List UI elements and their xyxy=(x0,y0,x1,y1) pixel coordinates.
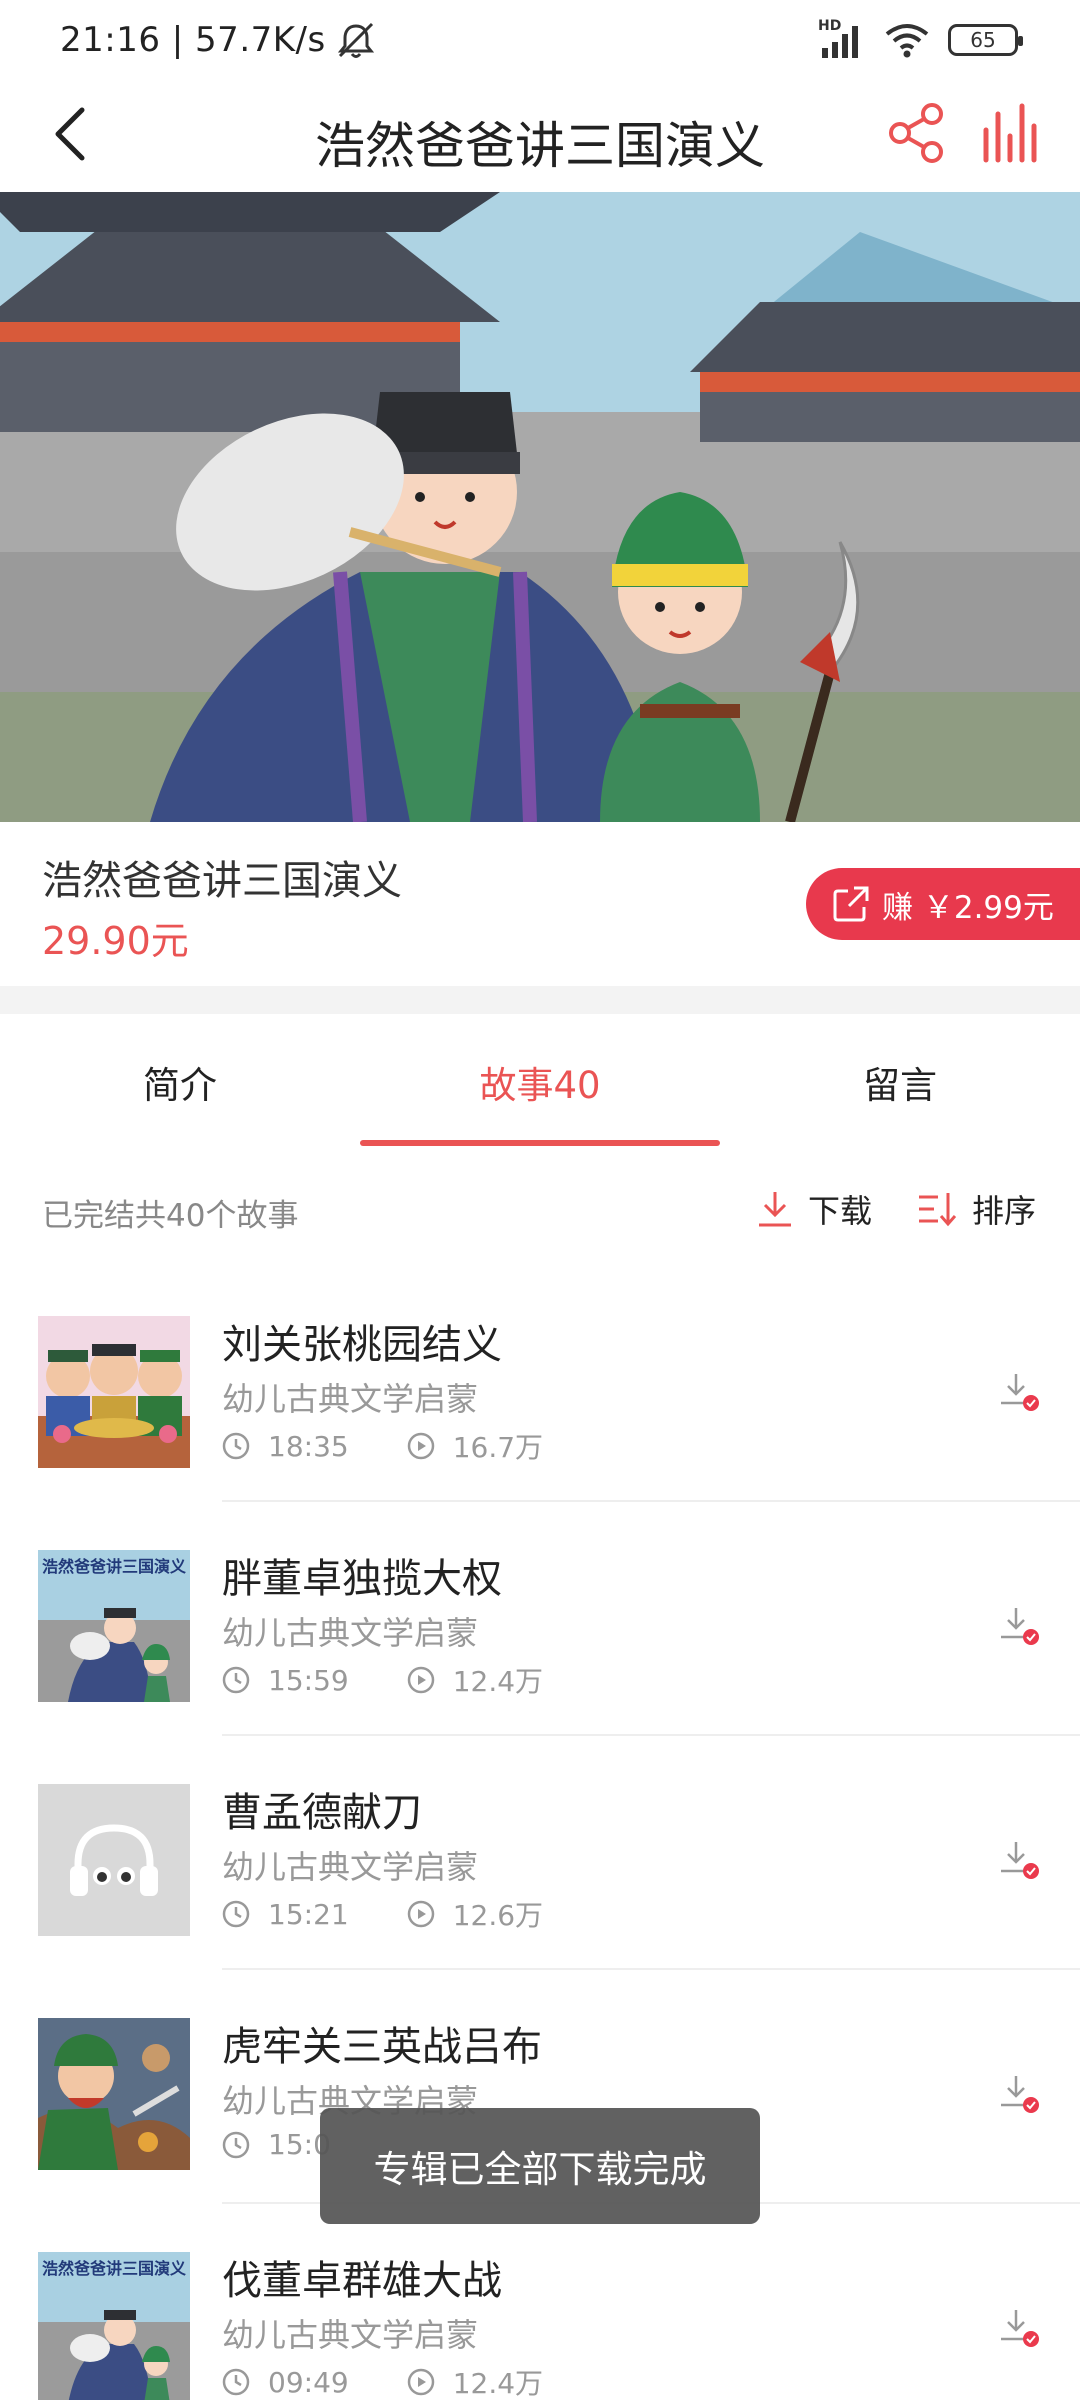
share-button[interactable] xyxy=(884,100,950,166)
sort-icon xyxy=(919,1193,957,1227)
story-title: 虎牢关三英战吕布 xyxy=(222,2024,542,2070)
story-title: 刘关张桃园结义 xyxy=(222,1322,502,1368)
story-title: 曹孟德献刀 xyxy=(222,1790,422,1836)
tab-stories-label: 故事40 xyxy=(479,1064,601,1107)
clock-icon xyxy=(222,1432,250,1460)
clock-icon xyxy=(222,1900,250,1928)
story-plays: 12.4万 xyxy=(452,2367,544,2400)
share-earn-button[interactable]: 赚 ￥2.99元 xyxy=(806,868,1080,940)
signal-icon: HD xyxy=(818,18,866,58)
album-tabs: 简介 故事40 留言 xyxy=(0,1014,1080,1150)
tab-comments[interactable]: 留言 xyxy=(720,1014,1080,1150)
title-bar: 浩然爸爸讲三国演义 xyxy=(0,80,1080,192)
story-meta: 15:59 12.4万 xyxy=(222,1660,543,1700)
status-bar: 21:16 | 57.7K/s HD 65 xyxy=(0,0,1080,80)
play-count-icon xyxy=(407,2368,434,2396)
play-count-icon xyxy=(407,1900,434,1928)
status-left: 21:16 | 57.7K/s xyxy=(60,20,378,60)
downloaded-icon[interactable] xyxy=(998,1838,1042,1882)
story-list: 刘关张桃园结义 幼儿古典文学启蒙 18:35 16.7万 浩然爸爸讲三国演义 胖… xyxy=(0,1268,1080,2400)
tab-stories[interactable]: 故事40 xyxy=(360,1014,720,1150)
downloaded-icon[interactable] xyxy=(998,1370,1042,1414)
download-all-button[interactable]: 下载 xyxy=(756,1186,872,1232)
story-thumbnail xyxy=(38,2018,190,2170)
story-thumbnail xyxy=(38,1784,190,1936)
mute-icon xyxy=(337,22,374,58)
story-subtitle: 幼儿古典文学启蒙 xyxy=(222,2316,479,2354)
story-meta: 09:49 12.4万 xyxy=(222,2362,543,2400)
earn-label: 赚 ￥2.99元 xyxy=(882,889,1054,926)
story-subtitle: 幼儿古典文学启蒙 xyxy=(222,1380,479,1418)
downloaded-icon[interactable] xyxy=(998,1604,1042,1648)
clock-icon xyxy=(222,1666,250,1694)
share-icon xyxy=(889,103,943,163)
clock-icon xyxy=(222,2368,250,2396)
downloaded-icon[interactable] xyxy=(998,2306,1042,2350)
story-plays: 12.6万 xyxy=(452,1899,544,1932)
story-meta: 15:21 12.6万 xyxy=(222,1894,543,1934)
headphones-placeholder-icon xyxy=(38,1784,190,1936)
tab-comments-label: 留言 xyxy=(863,1064,937,1107)
story-meta: 18:35 16.7万 xyxy=(222,1426,543,1466)
play-count-icon xyxy=(407,1666,434,1694)
play-history-button[interactable] xyxy=(978,100,1044,166)
bars-icon xyxy=(983,103,1037,163)
story-plays: 12.4万 xyxy=(452,1665,544,1698)
status-right: HD 65 xyxy=(818,18,1023,58)
story-item[interactable]: 浩然爸爸讲三国演义 伐董卓群雄大战 幼儿古典文学启蒙 09:49 12.4万 xyxy=(0,2204,1080,2400)
share-out-icon xyxy=(833,886,869,922)
tab-intro-label: 简介 xyxy=(143,1064,217,1107)
story-title: 胖董卓独揽大权 xyxy=(222,1556,502,1602)
story-item[interactable]: 刘关张桃园结义 幼儿古典文学启蒙 18:35 16.7万 xyxy=(0,1268,1080,1502)
sort-label: 排序 xyxy=(972,1192,1037,1230)
section-divider xyxy=(0,986,1080,1014)
story-title: 伐董卓群雄大战 xyxy=(222,2258,502,2304)
story-thumbnail: 浩然爸爸讲三国演义 xyxy=(38,1550,190,1702)
story-item[interactable]: 曹孟德献刀 幼儿古典文学启蒙 15:21 12.6万 xyxy=(0,1736,1080,1970)
list-summary: 已完结共40个故事 xyxy=(42,1198,299,1234)
album-cover-image xyxy=(0,192,1080,822)
album-name: 浩然爸爸讲三国演义 xyxy=(42,858,402,904)
clock-icon xyxy=(222,2131,250,2158)
story-subtitle: 幼儿古典文学启蒙 xyxy=(222,1614,479,1652)
status-time-speed: 21:16 | 57.7K/s xyxy=(60,20,326,60)
story-duration: 15:21 xyxy=(268,1897,349,1931)
cover-title-line1: 浩然爸爸讲三国演义 xyxy=(42,1557,186,1576)
tab-intro[interactable]: 简介 xyxy=(0,1014,360,1150)
battery-level: 65 xyxy=(970,28,996,52)
story-duration: 15:59 xyxy=(268,1663,349,1697)
cover-title-line1: 浩然爸爸讲三国演义 xyxy=(42,2259,186,2278)
downloaded-icon[interactable] xyxy=(998,2072,1042,2116)
sort-button[interactable]: 排序 xyxy=(916,1186,1036,1232)
story-plays: 16.7万 xyxy=(452,1431,544,1464)
download-icon xyxy=(759,1192,791,1227)
story-item[interactable]: 浩然爸爸讲三国演义 胖董卓独揽大权 幼儿古典文学启蒙 15:59 12.4万 xyxy=(0,1502,1080,1736)
toast-message: 专辑已全部下载完成 xyxy=(320,2108,760,2224)
album-price: 29.90元 xyxy=(42,919,189,963)
download-label: 下载 xyxy=(808,1192,873,1230)
play-count-icon xyxy=(407,1432,434,1460)
album-illustration xyxy=(0,192,1080,822)
battery-indicator: 65 xyxy=(948,24,1023,56)
story-duration: 18:35 xyxy=(268,1429,349,1463)
story-subtitle: 幼儿古典文学启蒙 xyxy=(222,1848,479,1886)
wifi-icon xyxy=(885,24,929,58)
list-header: 已完结共40个故事 下载 排序 xyxy=(0,1176,1080,1248)
story-duration: 09:49 xyxy=(268,2365,349,2399)
story-thumbnail: 浩然爸爸讲三国演义 xyxy=(38,2252,190,2400)
story-thumbnail xyxy=(38,1316,190,1468)
